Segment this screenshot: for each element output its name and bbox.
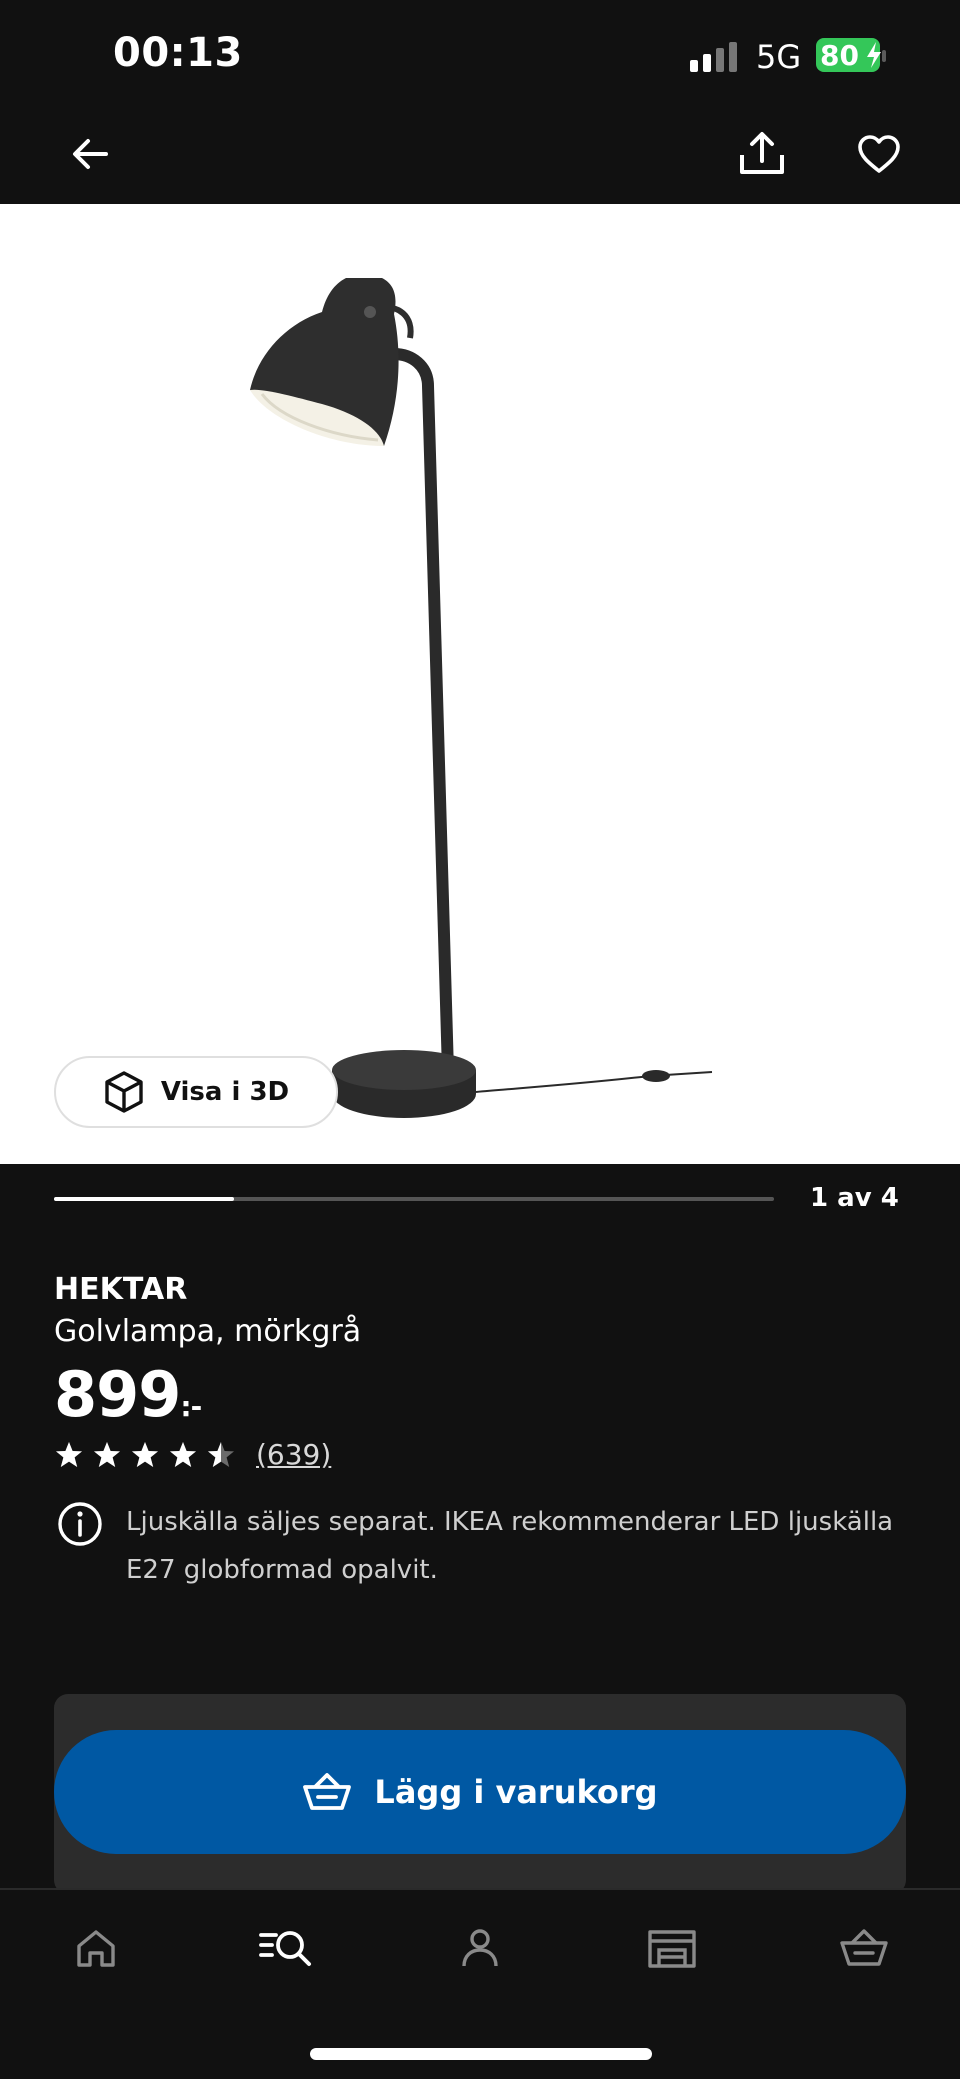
price-suffix: :- [180, 1390, 202, 1423]
network-label: 5G [756, 38, 802, 76]
product-image[interactable]: Visa i 3D [0, 204, 960, 1164]
review-count-link[interactable]: (639) [256, 1438, 331, 1471]
tab-home[interactable] [66, 1918, 126, 1978]
star-icon [56, 1442, 82, 1467]
profile-icon [462, 1929, 498, 1967]
basket-icon [303, 1773, 352, 1810]
image-counter: 1 av 4 [810, 1183, 899, 1213]
price-value: 899 [54, 1358, 181, 1431]
light-source-note: Ljuskälla säljes separat. IKEA rekommend… [126, 1507, 894, 1585]
share-icon [740, 132, 784, 174]
product-description: Golvlampa, mörkgrå [54, 1314, 362, 1349]
rating-stars[interactable] [54, 1440, 236, 1470]
cube-icon [105, 1071, 143, 1113]
product-price: 899:- [54, 1358, 202, 1431]
store-icon [648, 1930, 696, 1968]
tab-search[interactable] [256, 1918, 316, 1978]
battery-level: 80 [820, 39, 859, 72]
view-3d-label: Visa i 3D [160, 1077, 290, 1107]
arrow-left-icon [73, 139, 108, 169]
tab-stores[interactable] [642, 1918, 702, 1978]
product-brand: HEKTAR [54, 1272, 188, 1307]
tab-basket[interactable] [834, 1918, 894, 1978]
star-icon [94, 1442, 120, 1467]
tab-profile[interactable] [450, 1918, 510, 1978]
floor-lamp-image [250, 278, 713, 1118]
heart-icon [858, 135, 900, 173]
star-icon [170, 1442, 196, 1467]
status-time: 00:13 [113, 30, 243, 76]
home-indicator[interactable] [310, 2048, 652, 2060]
signal-icon [690, 42, 737, 72]
home-icon [77, 1930, 115, 1967]
basket-icon [840, 1929, 888, 1966]
add-to-cart-button[interactable]: Lägg i varukorg [54, 1730, 906, 1854]
charging-icon [867, 42, 881, 68]
battery-tip [882, 50, 886, 62]
star-icon [208, 1442, 234, 1467]
star-icon [132, 1442, 158, 1467]
favorite-button[interactable] [849, 124, 909, 184]
info-icon [58, 1502, 102, 1546]
share-button[interactable] [732, 124, 792, 184]
carousel-progress-fill [54, 1197, 234, 1201]
add-to-cart-label: Lägg i varukorg [374, 1773, 658, 1811]
search-icon [259, 1931, 311, 1966]
back-button[interactable] [60, 124, 120, 184]
view-3d-button[interactable]: Visa i 3D [54, 1056, 338, 1128]
image-carousel-progress[interactable] [54, 1197, 774, 1201]
